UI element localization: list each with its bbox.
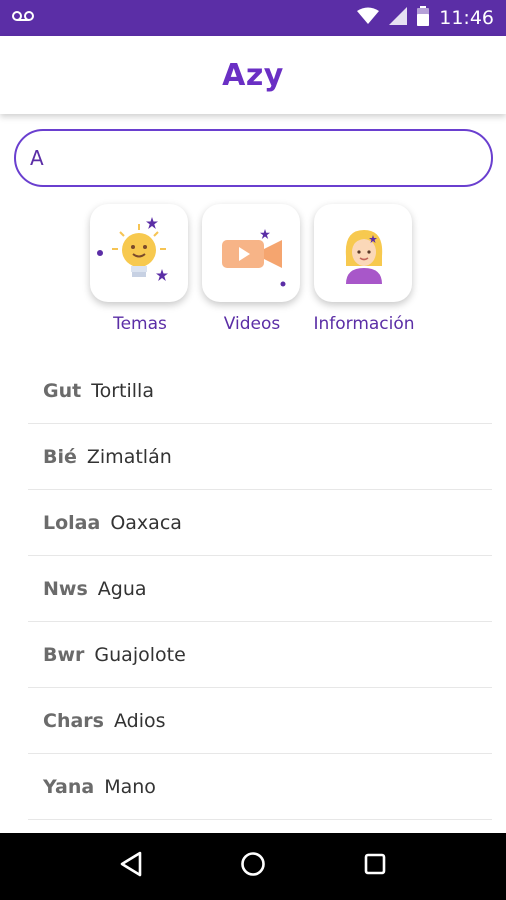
word-spanish: Agua [97, 577, 147, 600]
star-icon [156, 268, 168, 286]
word-spanish: Adios [113, 709, 166, 732]
video-camera-icon [222, 237, 284, 276]
home-icon [240, 851, 266, 882]
temas-tile[interactable] [90, 204, 188, 302]
word-zapotec: Bwr [43, 643, 85, 666]
search-input[interactable] [30, 146, 477, 170]
status-time: 11:46 [439, 7, 494, 29]
word-spanish: Oaxaca [110, 511, 182, 534]
voicemail-icon [12, 9, 34, 27]
app-title: Azy [222, 57, 284, 93]
word-zapotec: Lolaa [43, 511, 101, 534]
back-icon [119, 851, 143, 882]
recents-icon [363, 852, 387, 881]
wifi-icon [357, 7, 380, 30]
word-zapotec: Bié [43, 445, 77, 468]
list-item[interactable]: Yana Mano [28, 754, 492, 820]
category-label-informacion: Información [313, 314, 415, 334]
informacion-tile[interactable] [314, 204, 412, 302]
category-tiles: Temas Videos Información [0, 202, 506, 342]
signal-icon [389, 6, 408, 30]
word-zapotec: Gut [43, 379, 82, 402]
navigation-bar [0, 833, 506, 900]
person-icon [342, 226, 386, 289]
list-item[interactable]: Bwr Guajolote [28, 622, 492, 688]
list-item[interactable]: Nws Agua [28, 556, 492, 622]
battery-icon [417, 5, 430, 31]
list-item[interactable]: Lolaa Oaxaca [28, 490, 492, 556]
word-zapotec: Chars [43, 709, 104, 732]
category-informacion[interactable]: Información [294, 202, 434, 342]
word-spanish: Mano [104, 775, 156, 798]
star-icon [280, 274, 286, 292]
back-button[interactable] [111, 847, 151, 887]
star-icon [96, 244, 104, 262]
list-item[interactable]: Chars Adios [28, 688, 492, 754]
star-icon [146, 216, 158, 234]
videos-tile[interactable] [202, 204, 300, 302]
word-zapotec: Yana [43, 775, 95, 798]
search-box[interactable] [14, 129, 493, 187]
star-icon [369, 230, 377, 248]
list-item[interactable]: Gut Tortilla [28, 358, 492, 424]
word-list: Gut Tortilla Bié Zimatlán Lolaa Oaxaca N… [28, 358, 492, 820]
app-bar: Azy [0, 36, 506, 114]
list-item[interactable]: Bié Zimatlán [28, 424, 492, 490]
status-bar: 11:46 [0, 0, 506, 36]
home-button[interactable] [233, 847, 273, 887]
word-zapotec: Nws [43, 577, 88, 600]
word-spanish: Guajolote [94, 643, 186, 666]
star-icon [260, 226, 270, 244]
recents-button[interactable] [355, 847, 395, 887]
word-spanish: Zimatlán [86, 445, 172, 468]
word-spanish: Tortilla [91, 379, 154, 402]
